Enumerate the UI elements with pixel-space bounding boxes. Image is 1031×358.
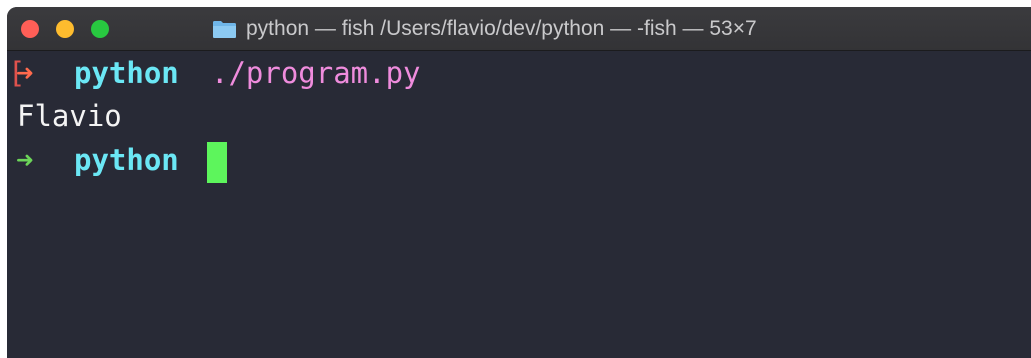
window-title: python — fish /Users/flavio/dev/python —… [212, 17, 757, 41]
minimize-button[interactable] [56, 20, 74, 38]
terminal-window: python — fish /Users/flavio/dev/python —… [7, 7, 1031, 358]
text-cursor [207, 142, 227, 183]
maximize-button[interactable] [91, 20, 109, 38]
terminal-content[interactable]: [ ➜ python ./program.py Flavio ➜ python [7, 51, 1031, 358]
close-button[interactable] [21, 20, 39, 38]
prompt-directory: python [74, 56, 179, 90]
title-bar[interactable]: python — fish /Users/flavio/dev/python —… [7, 7, 1031, 51]
command-text: ./program.py [211, 56, 421, 90]
window-title-text: python — fish /Users/flavio/dev/python —… [246, 17, 757, 40]
command-output: Flavio [17, 99, 122, 133]
prompt-arrow-icon: ➜ [16, 143, 34, 177]
prompt-directory: python [74, 143, 179, 177]
prompt-arrow-icon: ➜ [16, 56, 34, 90]
folder-icon [213, 21, 236, 38]
